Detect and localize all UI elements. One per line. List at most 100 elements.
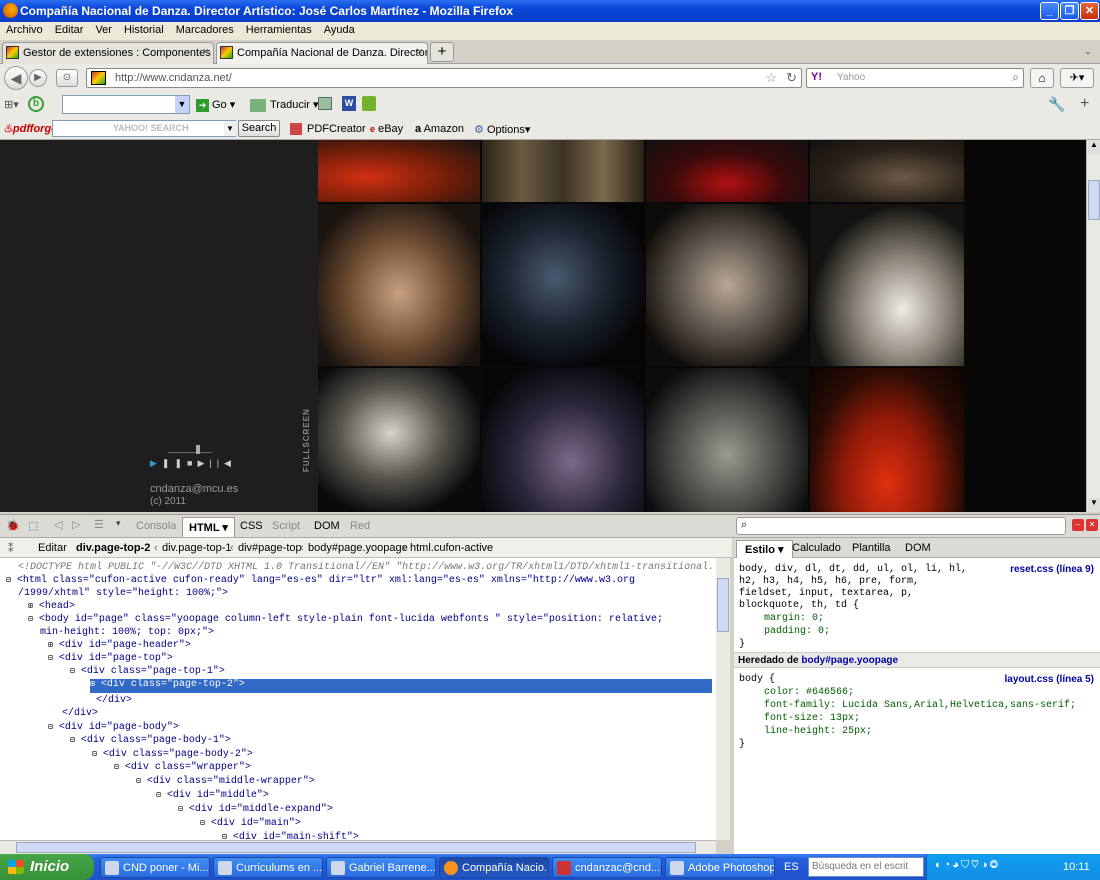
dance-photo[interactable]: [318, 140, 480, 202]
tree-node[interactable]: ⊞ <div id="page-header">: [48, 640, 191, 651]
dance-photo[interactable]: [810, 368, 964, 512]
dance-photo[interactable]: [482, 140, 644, 202]
bookmark-star-icon[interactable]: ☆: [765, 70, 777, 86]
maximize-button[interactable]: ❐: [1060, 2, 1079, 20]
css-property[interactable]: margin: 0;: [764, 613, 824, 624]
taskbar-item[interactable]: CND poner - Mi...: [100, 857, 210, 878]
url-bar[interactable]: http://www.cndanza.net/ ☆ ↻: [86, 68, 802, 88]
addon-bar-icon[interactable]: ✈▾: [1060, 68, 1094, 88]
translate-button[interactable]: Traducir ▾: [250, 98, 319, 112]
close-tab-icon[interactable]: ×: [417, 46, 423, 58]
add-icon[interactable]: +: [1080, 95, 1089, 113]
tree-node[interactable]: ⊟ <div class="page-body-2">: [92, 749, 253, 760]
edit-button[interactable]: Editar: [38, 542, 67, 554]
css-property[interactable]: font-size: 13px;: [764, 713, 860, 724]
mail-icon[interactable]: [318, 97, 332, 110]
dance-photo[interactable]: [482, 204, 644, 366]
inherited-from[interactable]: body#page.yoopage: [801, 655, 898, 666]
tree-node[interactable]: ⊟ <div class="page-body-1">: [70, 735, 231, 746]
player-controls[interactable]: ▶❚❚■▶||◀: [150, 458, 236, 469]
next-icon[interactable]: ▶|: [197, 458, 216, 468]
start-button[interactable]: Inicio: [0, 854, 94, 880]
dance-photo[interactable]: [810, 140, 964, 202]
wrench-icon[interactable]: 🔧: [1048, 96, 1065, 113]
dance-photo[interactable]: [318, 204, 480, 366]
list-icon[interactable]: ☰: [94, 518, 104, 531]
volume-slider[interactable]: [168, 445, 212, 455]
page-scrollbar[interactable]: ▲ ▼: [1086, 140, 1100, 512]
css-property[interactable]: line-height: 25px;: [764, 726, 872, 737]
css-property[interactable]: color: #646566;: [764, 687, 854, 698]
list-all-tabs-icon[interactable]: ⌄: [1084, 46, 1092, 57]
tree-node[interactable]: ⊟ <div id="middle-expand">: [178, 804, 333, 815]
dance-photo[interactable]: [646, 140, 808, 202]
tree-node[interactable]: ⊟ <div id="middle">: [156, 790, 269, 801]
home-icon[interactable]: ⌂: [1030, 68, 1054, 88]
menu-marcadores[interactable]: Marcadores: [170, 22, 240, 36]
word-icon[interactable]: W: [342, 96, 356, 111]
menu-editar[interactable]: Editar: [49, 22, 90, 36]
split-icon[interactable]: ⁑: [8, 542, 14, 555]
options-button[interactable]: ⚙ Options▾: [474, 123, 530, 136]
taskbar-item[interactable]: Curriculums en ...: [213, 857, 323, 878]
ebay-button[interactable]: e eBay: [370, 123, 403, 135]
pdfcreator-button[interactable]: PDFCreator: [290, 123, 366, 136]
css-source-link[interactable]: reset.css (línea 9): [1010, 564, 1094, 575]
tab-script[interactable]: Script: [272, 520, 300, 532]
prev-icon[interactable]: |◀: [217, 458, 236, 468]
menu-ver[interactable]: Ver: [89, 22, 118, 36]
css-source-link[interactable]: layout.css (línea 5): [1005, 674, 1094, 685]
chevron-down-icon[interactable]: ▼: [224, 121, 236, 136]
tab-estilo[interactable]: Estilo ▾: [736, 540, 793, 558]
home-page-button[interactable]: ⊙: [56, 69, 78, 87]
back-button[interactable]: ◀: [4, 66, 28, 90]
desktop-search-input[interactable]: Búsqueda en el escrit: [808, 857, 924, 877]
firebug-icon[interactable]: 🐞: [6, 519, 20, 532]
contact-email[interactable]: cndanza@mcu.es: [150, 484, 238, 495]
play-icon[interactable]: ▶: [150, 458, 162, 468]
scroll-down-icon[interactable]: ▼: [1088, 498, 1100, 512]
tree-node-html[interactable]: ⊟ <html class="cufon-active cufon-ready"…: [6, 575, 635, 586]
menu-historial[interactable]: Historial: [118, 22, 170, 36]
taskbar-item[interactable]: Adobe Photoshop: [665, 857, 775, 878]
chevron-down-icon[interactable]: ▼: [175, 96, 189, 113]
close-tab-icon[interactable]: ×: [203, 46, 209, 58]
tree-node[interactable]: ⊟ <div id="page-body">: [48, 722, 179, 733]
forward-icon[interactable]: ▷: [72, 518, 80, 531]
menu-ayuda[interactable]: Ayuda: [318, 22, 361, 36]
tab-dom-side[interactable]: DOM: [905, 542, 931, 554]
dance-photo[interactable]: [482, 368, 644, 512]
go-button[interactable]: ➜ Go ▾: [196, 98, 235, 112]
tree-node-body[interactable]: ⊟ <body id="page" class="yoopage column-…: [28, 614, 663, 625]
reload-icon[interactable]: ↻: [786, 70, 797, 86]
menu-archivo[interactable]: Archivo: [0, 22, 49, 36]
tab-calculado[interactable]: Calculado: [792, 542, 841, 554]
tree-node[interactable]: ⊟ <div id="main">: [200, 818, 301, 829]
tree-node[interactable]: ⊟ <div id="main-shift">: [222, 832, 359, 840]
scroll-thumb[interactable]: [16, 842, 696, 853]
scroll-thumb[interactable]: [1088, 180, 1100, 220]
breadcrumb-item[interactable]: html.cufon-active: [410, 542, 493, 554]
tree-node-selected[interactable]: ⊞ <div class="page-top-2">: [90, 679, 712, 693]
css-property[interactable]: padding: 0;: [764, 626, 830, 637]
new-tab-button[interactable]: +: [430, 42, 454, 62]
tray-icons[interactable]: ◐◔◕⛉♡◑◎: [935, 859, 1000, 872]
taskbar-item[interactable]: cndanzac@cnd...: [552, 857, 662, 878]
toolbar-grip-icon[interactable]: ⊞▾: [4, 98, 19, 111]
close-firebug-icon[interactable]: ✕: [1086, 519, 1098, 531]
tree-node[interactable]: ⊟ <div class="middle-wrapper">: [136, 776, 315, 787]
dance-photo[interactable]: [646, 368, 808, 512]
chevron-down-icon[interactable]: ▾: [116, 518, 121, 529]
html-pane-vscroll[interactable]: [716, 558, 730, 840]
close-window-button[interactable]: ✕: [1080, 2, 1099, 20]
taskbar-item[interactable]: Gabriel Barrene...: [326, 857, 436, 878]
inspect-icon[interactable]: ⬚: [28, 519, 38, 532]
fullscreen-toggle[interactable]: FULLSCREEN: [302, 392, 316, 472]
pause-icon[interactable]: ❚❚: [162, 458, 187, 468]
toolbar-search-combo[interactable]: ▼: [62, 95, 190, 114]
tab-plantilla[interactable]: Plantilla: [852, 542, 891, 554]
tree-node[interactable]: ⊟ <div id="page-top">: [48, 653, 173, 664]
tab-red[interactable]: Red: [350, 520, 370, 532]
language-indicator[interactable]: ES: [784, 861, 799, 873]
scroll-thumb[interactable]: [717, 578, 729, 632]
